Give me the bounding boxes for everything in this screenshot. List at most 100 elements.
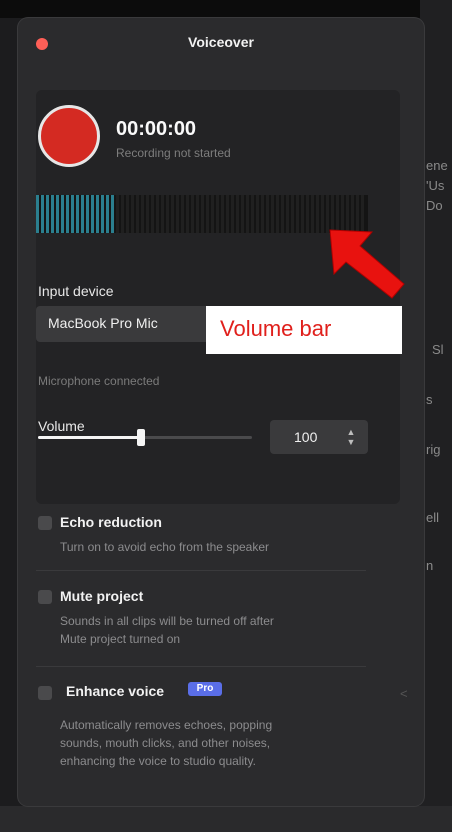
background-top-bar — [0, 0, 452, 18]
divider — [36, 666, 366, 667]
meter-segment — [196, 195, 199, 233]
enhance-voice-desc-line: enhancing the voice to studio quality. — [60, 754, 256, 768]
meter-segment — [141, 195, 144, 233]
meter-segment — [351, 195, 354, 233]
enhance-voice-title: Enhance voice — [66, 683, 165, 699]
volume-slider-fill — [38, 436, 141, 439]
volume-value: 100 — [294, 429, 318, 445]
meter-segment — [231, 195, 234, 233]
meter-segment — [271, 195, 274, 233]
meter-segment — [171, 195, 174, 233]
meter-segment — [331, 195, 334, 233]
enhance-voice-checkbox[interactable] — [38, 686, 52, 700]
enhance-voice-desc-line: Automatically removes echoes, popping — [60, 718, 273, 732]
meter-segment — [46, 195, 49, 233]
mute-project-desc-line: Mute project turned on — [60, 632, 181, 646]
enhance-voice-desc-line: sounds, mouth clicks, and other noises, — [60, 736, 271, 750]
mute-project-checkbox[interactable] — [38, 590, 52, 604]
volume-input[interactable]: 100 ▲ ▼ — [270, 420, 368, 454]
meter-segment — [81, 195, 84, 233]
meter-segment — [246, 195, 249, 233]
echo-reduction-checkbox[interactable] — [38, 516, 52, 530]
meter-segment — [146, 195, 149, 233]
background-fragment: 'Us — [426, 178, 445, 193]
background-fragment: n — [426, 558, 434, 573]
background-fragment: ell — [426, 510, 440, 525]
meter-segment — [221, 195, 224, 233]
meter-segment — [341, 195, 344, 233]
meter-segment — [176, 195, 179, 233]
meter-segment — [116, 195, 119, 233]
meter-segment — [236, 195, 239, 233]
volume-stepper-icon[interactable]: ▲ ▼ — [344, 427, 358, 447]
background-app-right: ene 'Us Do Sl s rig ell n — [420, 0, 452, 832]
meter-segment — [251, 195, 254, 233]
meter-segment — [311, 195, 314, 233]
meter-segment — [276, 195, 279, 233]
meter-segment — [121, 195, 124, 233]
echo-reduction-desc: Turn on to avoid echo from the speaker — [60, 540, 270, 554]
microphone-status: Microphone connected — [38, 374, 160, 388]
input-device-label: Input device — [38, 283, 114, 299]
meter-segment — [71, 195, 74, 233]
meter-segment — [241, 195, 244, 233]
meter-segment — [136, 195, 139, 233]
record-button[interactable] — [38, 105, 100, 167]
meter-segment — [186, 195, 189, 233]
mute-project-title: Mute project — [60, 588, 144, 604]
background-bottom-bar — [0, 806, 452, 832]
echo-reduction-title: Echo reduction — [60, 514, 162, 530]
title-bar: Voiceover — [18, 18, 424, 68]
meter-segment — [361, 195, 364, 233]
meter-segment — [86, 195, 89, 233]
volume-slider-thumb[interactable] — [136, 429, 145, 446]
volume-slider[interactable] — [38, 429, 252, 446]
window-title: Voiceover — [188, 34, 254, 50]
meter-segment — [336, 195, 339, 233]
meter-segment — [156, 195, 159, 233]
meter-segment — [296, 195, 299, 233]
background-fragment: Sl — [432, 342, 444, 357]
meter-segment — [101, 195, 104, 233]
meter-segment — [316, 195, 319, 233]
input-device-value: MacBook Pro Mic — [48, 315, 158, 331]
volume-meter — [36, 195, 368, 233]
meter-segment — [201, 195, 204, 233]
background-fragment: s — [426, 392, 433, 407]
meter-segment — [36, 195, 39, 233]
background-fragment: Do — [426, 198, 443, 213]
meter-segment — [106, 195, 109, 233]
recording-status: Recording not started — [116, 146, 231, 160]
meter-segment — [301, 195, 304, 233]
meter-segment — [256, 195, 259, 233]
mute-project-desc-line: Sounds in all clips will be turned off a… — [60, 614, 274, 628]
meter-segment — [291, 195, 294, 233]
meter-segment — [166, 195, 169, 233]
meter-segment — [326, 195, 329, 233]
meter-segment — [226, 195, 229, 233]
meter-segment — [306, 195, 309, 233]
meter-segment — [151, 195, 154, 233]
collapse-chevron-icon[interactable]: < — [400, 686, 408, 701]
meter-segment — [131, 195, 134, 233]
meter-segment — [346, 195, 349, 233]
meter-segment — [61, 195, 64, 233]
meter-segment — [191, 195, 194, 233]
meter-segment — [321, 195, 324, 233]
meter-segment — [51, 195, 54, 233]
background-fragment: rig — [426, 442, 441, 457]
meter-segment — [206, 195, 209, 233]
divider — [36, 570, 366, 571]
meter-segment — [111, 195, 114, 233]
meter-segment — [286, 195, 289, 233]
pro-badge: Pro — [188, 682, 222, 696]
meter-segment — [216, 195, 219, 233]
annotation-callout: Volume bar — [206, 306, 402, 354]
meter-segment — [356, 195, 359, 233]
meter-segment — [41, 195, 44, 233]
volume-label: Volume — [38, 418, 85, 434]
meter-segment — [281, 195, 284, 233]
recording-timer: 00:00:00 — [116, 118, 197, 140]
meter-segment — [161, 195, 164, 233]
meter-segment — [76, 195, 79, 233]
